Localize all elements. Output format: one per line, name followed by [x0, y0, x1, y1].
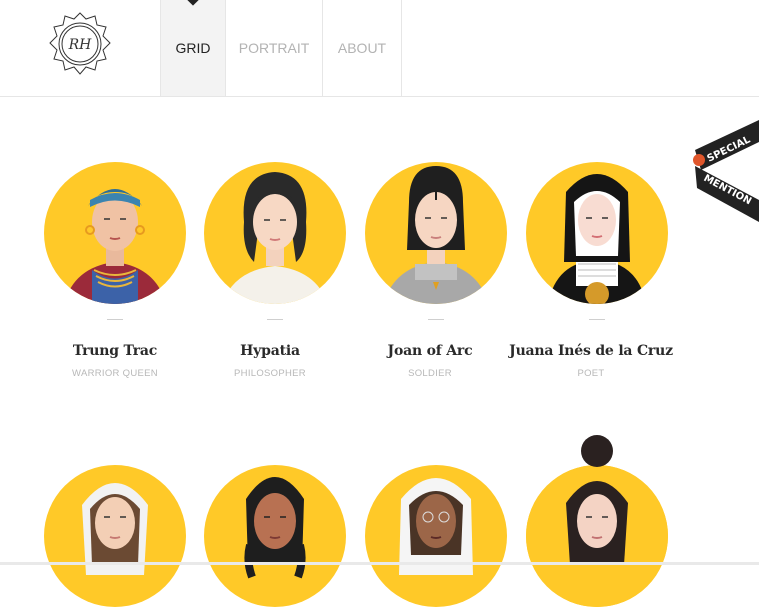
divider — [589, 319, 605, 320]
portrait-juana-ines[interactable] — [526, 162, 668, 304]
tab-portrait[interactable]: PORTRAIT — [225, 0, 322, 96]
portrait-card-5[interactable] — [44, 465, 186, 607]
divider — [107, 319, 123, 320]
tab-about[interactable]: ABOUT — [322, 0, 402, 96]
portrait-joan-of-arc[interactable] — [365, 162, 507, 304]
special-mention-badge[interactable]: SPECIAL MENTION — [687, 112, 759, 224]
logo-seal-icon: RH — [49, 12, 111, 75]
portrait-hypatia[interactable] — [204, 162, 346, 304]
card-role: POET — [577, 368, 605, 379]
card-role: WARRIOR QUEEN — [72, 368, 158, 379]
card-name[interactable]: Trung Trac — [25, 343, 205, 359]
tab-grid[interactable]: GRID — [160, 0, 225, 96]
portrait-card-7[interactable] — [365, 465, 507, 607]
site-header: RH GRID PORTRAIT ABOUT — [0, 0, 759, 97]
card-role: PHILOSOPHER — [234, 368, 306, 379]
svg-text:RH: RH — [68, 37, 93, 53]
main-nav: GRID PORTRAIT ABOUT — [160, 0, 402, 96]
portrait-card-6[interactable] — [204, 465, 346, 607]
card-name[interactable]: Hypatia — [180, 343, 360, 359]
active-indicator — [187, 0, 199, 6]
tab-grid-label: GRID — [175, 40, 211, 56]
divider — [428, 319, 444, 320]
tab-about-label: ABOUT — [337, 40, 387, 56]
tab-portrait-label: PORTRAIT — [238, 40, 310, 56]
portrait-trung-trac[interactable] — [44, 162, 186, 304]
card-name[interactable]: Juana Inés de la Cruz — [501, 343, 681, 359]
divider — [267, 319, 283, 320]
card-role: SOLDIER — [408, 368, 452, 379]
portrait-card-8[interactable] — [526, 435, 668, 607]
logo-seal[interactable]: RH — [45, 10, 115, 80]
card-name[interactable]: Joan of Arc — [340, 343, 520, 359]
award-icon — [693, 154, 705, 166]
